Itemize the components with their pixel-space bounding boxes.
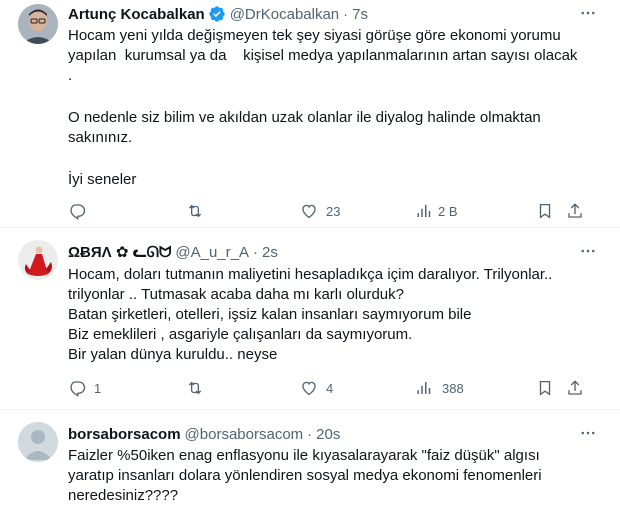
timestamp[interactable]: 20s [316,426,340,443]
tweet-text: Hocam yeni yılda değişmeyen tek şey siya… [68,26,608,190]
timestamp[interactable]: 2s [262,244,278,261]
retweet-icon [188,204,202,218]
author-handle[interactable]: @borsaborsacom [185,426,304,443]
tweet-text: Faizler %50iken enag enflasyonu ile kıya… [68,446,608,506]
text-line: Bir yalan dünya kuruldu.. neyse [68,346,278,363]
avatar[interactable] [18,422,58,462]
tweet-actions: 23 2 B [60,200,590,222]
text-line: yapılan kurumsal ya da kişisel medya yap… [68,47,578,64]
reply-icon [70,381,86,397]
text-line: . [68,67,73,84]
tweet-header: borsaborsacom @borsaborsacom · 20s [68,424,340,444]
retweet-button[interactable] [186,200,212,222]
bookmark-button[interactable] [536,200,554,222]
separator: · [253,243,259,261]
text-line: yaratıp insanları dolara yönlendiren sos… [68,467,542,484]
tweet[interactable]: ΩɃЯΛ ✿ ᓚᘏᗢ @A_u_r_A · 2s Hocam, doları t… [0,228,620,410]
text-line: Faizler %50iken enag enflasyonu ile kıya… [68,447,540,464]
tweet[interactable]: Artunç Kocabalkan @DrKocabalkan · 7s Hoc… [0,0,620,228]
text-line: neredesiniz???? [68,487,179,504]
separator: · [343,5,349,23]
verified-icon [208,5,226,23]
views-icon [417,382,431,394]
text-line: Batan şirketleri, otelleri, işsiz kalan … [68,306,472,323]
bookmark-button[interactable] [536,377,554,399]
more-icon[interactable] [578,4,598,22]
reply-icon [70,204,86,220]
share-icon [568,380,582,395]
retweet-icon [188,381,202,395]
text-line: trilyonlar .. Tutmasak acaba daha mı kar… [68,286,404,303]
text-line [68,148,608,168]
tweet-header: ΩɃЯΛ ✿ ᓚᘏᗢ @A_u_r_A · 2s [68,242,278,262]
text-line [68,86,608,106]
avatar[interactable] [18,240,58,280]
text-line: Hocam, doları tutmanın maliyetini hesapl… [68,266,553,283]
reply-button[interactable] [68,200,94,222]
views-icon [417,205,431,217]
text-line: O nedenle siz bilim ve akıldan uzak olan… [68,109,541,126]
more-icon[interactable] [578,424,598,442]
more-icon[interactable] [578,242,598,260]
avatar[interactable] [18,4,58,44]
share-button[interactable] [566,377,584,399]
bookmark-icon [539,203,551,219]
separator: · [307,425,313,443]
like-button[interactable]: 4 [300,377,333,399]
author-name[interactable]: ΩɃЯΛ ✿ ᓚᘏᗢ [68,243,171,261]
text-line: sakınınız. [68,129,133,146]
tweet[interactable]: borsaborsacom @borsaborsacom · 20s Faizl… [0,410,620,504]
tweet-text: Hocam, doları tutmanın maliyetini hesapl… [68,265,608,365]
views-button[interactable]: 388 [416,377,464,399]
author-name[interactable]: borsaborsacom [68,426,181,443]
author-name[interactable]: Artunç Kocabalkan [68,6,205,23]
author-handle[interactable]: @A_u_r_A [175,244,249,261]
like-button[interactable]: 23 [300,200,340,222]
like-icon [302,204,316,219]
bookmark-icon [539,380,551,396]
text-line: Hocam yeni yılda değişmeyen tek şey siya… [68,27,561,44]
views-button[interactable]: 2 B [416,200,458,222]
tweet-actions: 1 4 388 [60,377,590,399]
text-line: Biz emeklileri , asgariyle çalışanları d… [68,326,413,343]
share-button[interactable] [566,200,584,222]
like-icon [302,381,316,396]
retweet-button[interactable] [186,377,212,399]
tweet-header: Artunç Kocabalkan @DrKocabalkan · 7s [68,4,368,24]
author-handle[interactable]: @DrKocabalkan [230,6,339,23]
text-line: İyi seneler [68,171,137,188]
timestamp[interactable]: 7s [352,6,368,23]
reply-button[interactable]: 1 [68,377,101,399]
share-icon [568,203,582,218]
